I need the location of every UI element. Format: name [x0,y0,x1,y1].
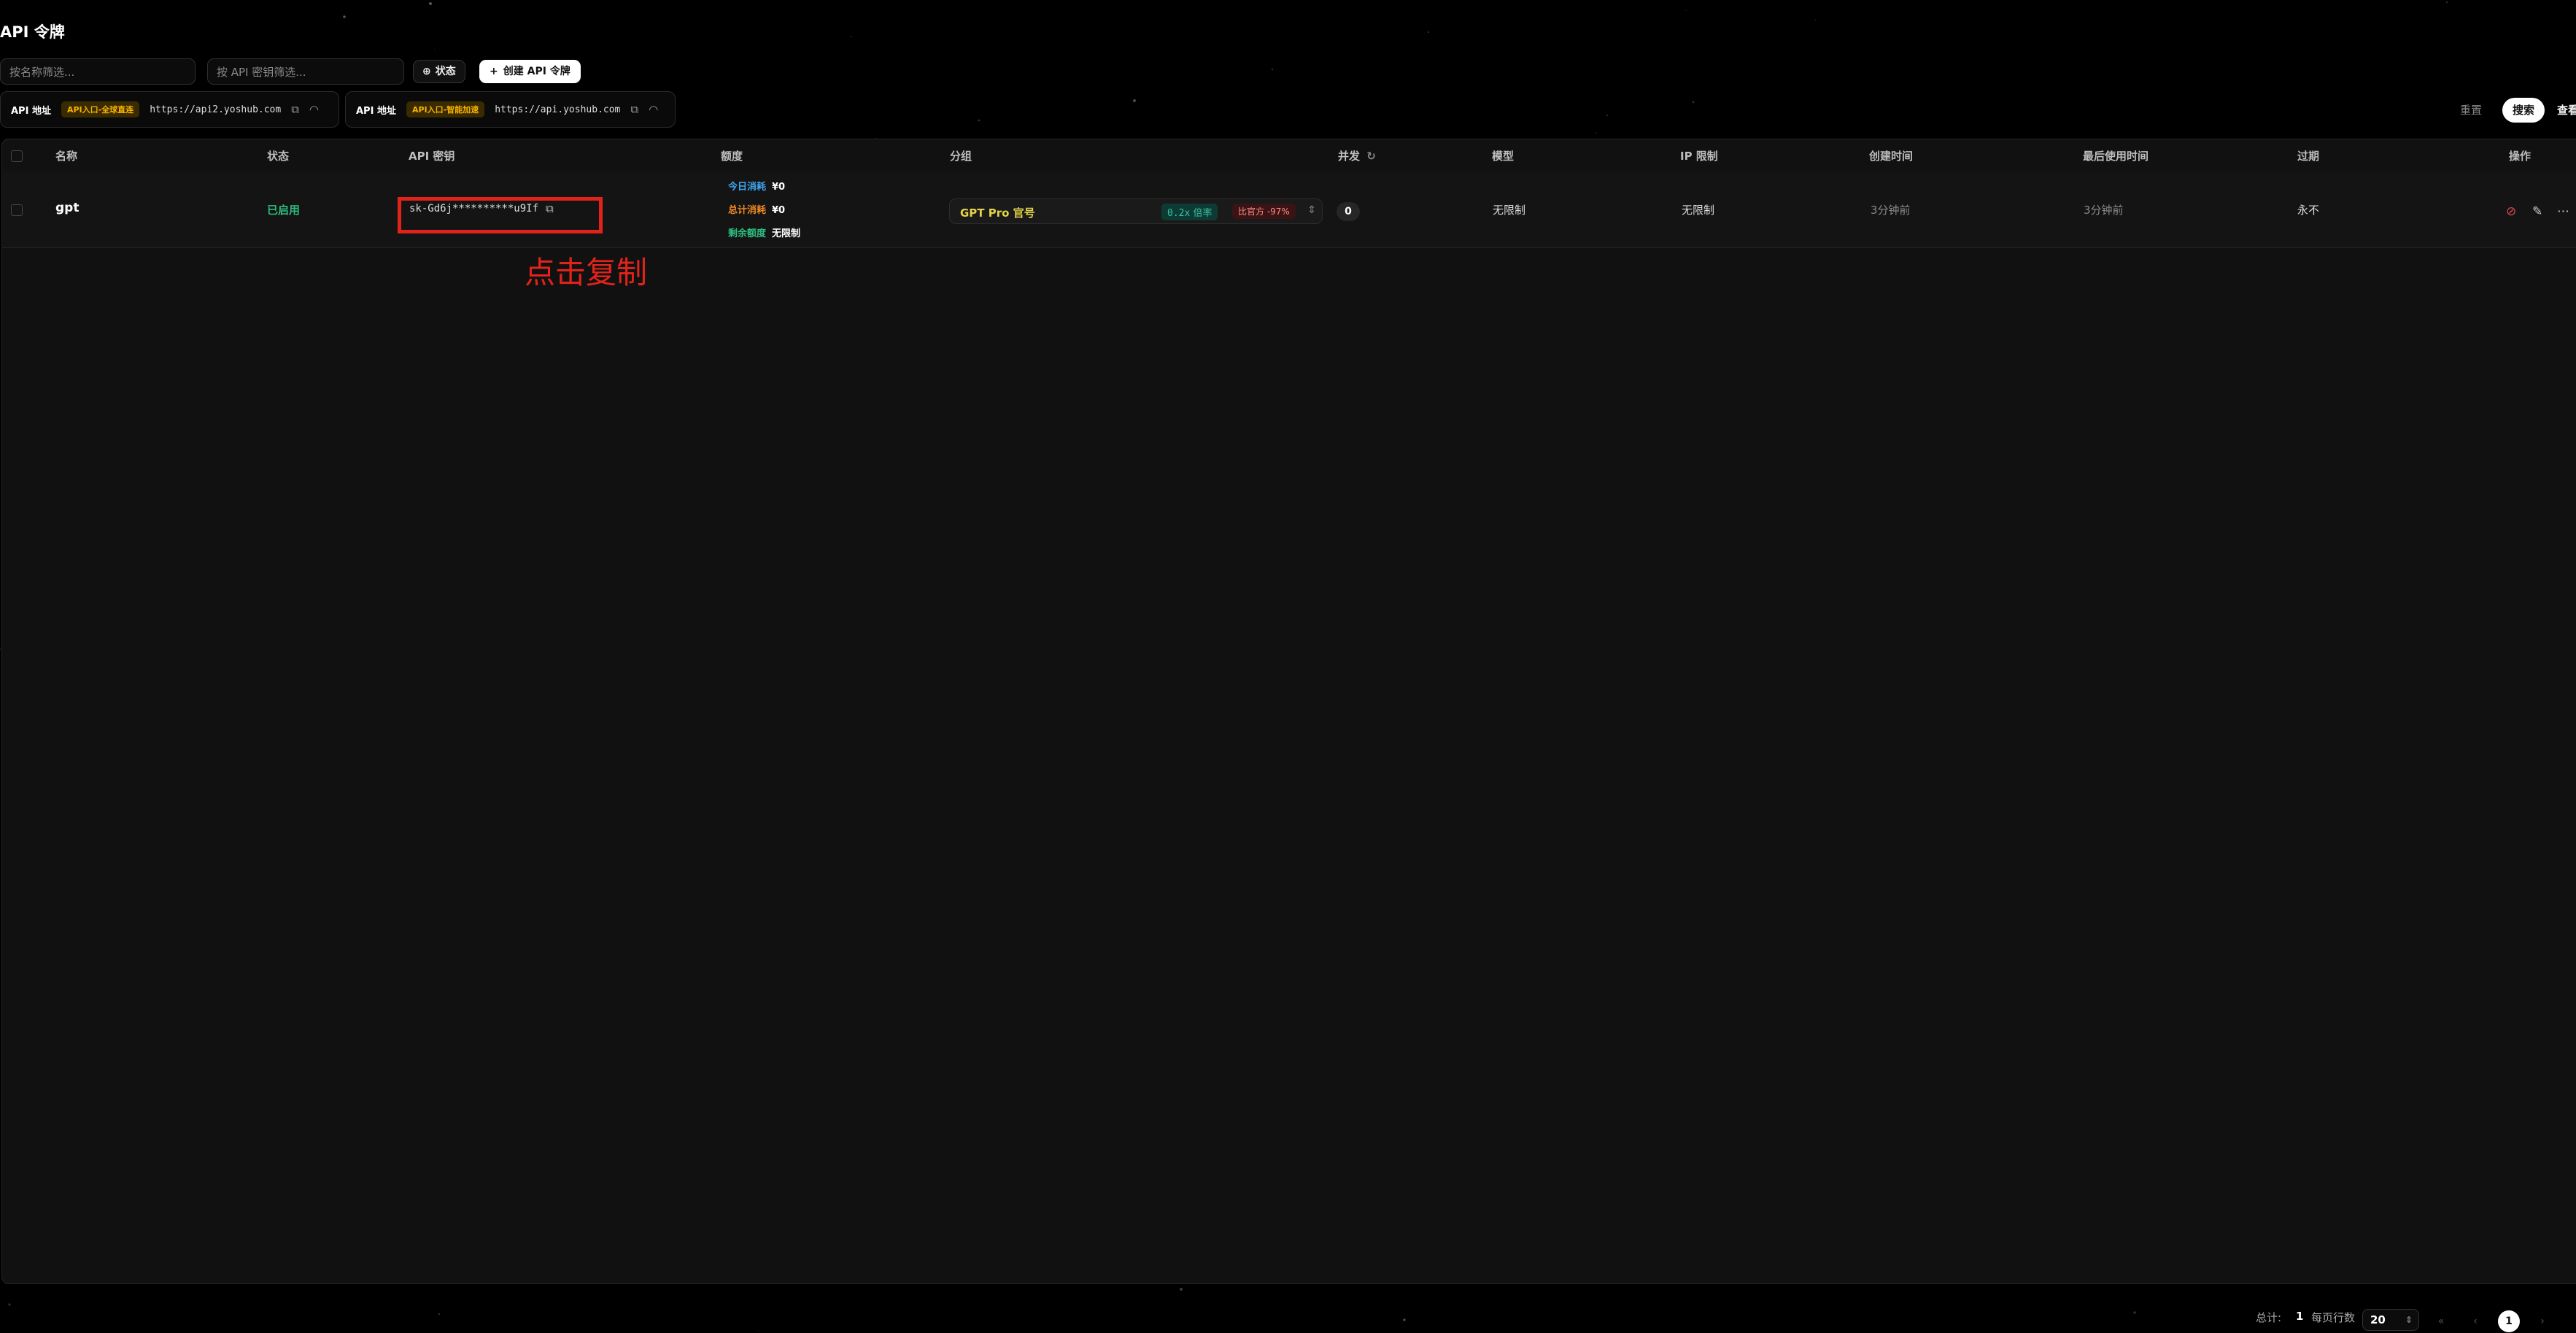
star-dot [1427,31,1430,34]
star-dot [8,1303,11,1306]
copy-icon[interactable]: ⧉ [291,103,299,116]
price-compare-badge: 比官方 -97% [1232,204,1296,219]
star-dot [343,15,346,18]
chevron-up-down-icon: ⇕ [2405,1315,2413,1325]
star-dot [434,49,436,50]
more-icon[interactable]: ⋯ [2557,204,2569,219]
row-checkbox[interactable] [11,204,23,216]
column-header-expire: 过期 [2297,150,2320,163]
quota-total: 总计消耗 ¥0 [728,202,785,216]
table-header: 名称 状态 API 密钥 额度 分组 并发 ↻ 模型 IP 限制 创建时间 最后… [2,139,2576,172]
token-table: 名称 状态 API 密钥 额度 分组 并发 ↻ 模型 IP 限制 创建时间 最后… [1,139,2576,1284]
column-header-concurrency: 并发 ↻ [1338,148,1376,163]
rate-value: 0.2x [1167,208,1191,219]
column-header-model: 模型 [1492,150,1515,163]
column-header-name: 名称 [55,150,78,163]
concurrency-badge: 0 [1337,202,1360,221]
plus-circle-icon: ⊕ [422,66,431,77]
star-dot [2445,1,2448,4]
endpoint-url: https://api.yoshub.com [495,104,621,115]
plus-icon: + [490,66,498,77]
name-filter-input[interactable]: 按名称筛选... [0,58,196,85]
copy-icon[interactable]: ⧉ [630,103,638,116]
star-dot [438,1313,441,1315]
star-dot [1685,9,1687,11]
star-dot [1606,114,1609,117]
per-page-select[interactable]: 20 ⇕ [2362,1309,2419,1331]
disable-icon[interactable]: ⊘ [2506,204,2516,219]
status-filter-button[interactable]: ⊕ 状态 [413,60,465,83]
group-select[interactable]: GPT Pro 官号 0.2x 倍率 比官方 -97% ⇕ [949,198,1323,224]
endpoint-card-2: API 地址 API入口-智能加速 https://api.yoshub.com… [345,91,676,128]
total-label: 总计: [2256,1311,2282,1324]
quota-label: 总计消耗 [728,205,767,216]
quota-value: 无限制 [772,228,801,239]
column-header-quota: 额度 [721,150,743,163]
quota-value: ¥0 [772,205,786,216]
search-button[interactable]: 搜索 [2502,98,2545,123]
column-header-ip-limit: IP 限制 [1680,150,1718,163]
star-dot [1814,19,1816,20]
column-header-last-used: 最后使用时间 [2083,150,2149,163]
column-header-group: 分组 [950,150,972,163]
column-header-key: API 密钥 [409,150,455,163]
edit-icon[interactable]: ✎ [2532,204,2542,219]
star-dot [1180,1288,1183,1291]
group-rate-badge: 0.2x 倍率 [1161,204,1218,220]
chevron-up-down-icon: ⇕ [1307,204,1316,216]
status-badge: 已启用 [267,204,301,217]
quota-label: 剩余额度 [728,228,767,239]
view-button[interactable]: 查看 [2557,99,2576,121]
expire-value: 永不 [2297,204,2320,217]
endpoint-label: API 地址 [11,105,51,117]
endpoint-tag: API入口-全球直连 [61,101,140,117]
endpoint-label: API 地址 [356,105,396,117]
speed-test-icon[interactable]: ◠ [309,103,319,116]
reset-button[interactable]: 重置 [2460,99,2482,121]
endpoint-url: https://api2.yoshub.com [150,104,282,115]
column-header-actions: 操作 [2509,150,2531,163]
quota-today: 今日消耗 ¥0 [728,179,785,193]
column-header-created: 创建时间 [1869,150,1914,163]
quota-remaining: 剩余额度 无限制 [728,225,800,239]
star-dot [1272,69,1273,70]
rate-label: 倍率 [1193,208,1212,219]
page-button-current[interactable]: 1 [2498,1310,2520,1332]
speed-test-icon[interactable]: ◠ [649,103,658,116]
refresh-icon[interactable]: ↻ [1366,150,1376,163]
star-dot [1132,98,1137,103]
next-page-icon[interactable]: › [2531,1310,2553,1332]
key-filter-input[interactable]: 按 API 密钥筛选... [207,58,404,85]
endpoint-tag: API入口-智能加速 [406,101,485,117]
highlight-box [398,197,603,233]
token-name: gpt [55,201,80,215]
concurrency-header-label: 并发 [1338,150,1361,163]
per-page-value: 20 [2370,1313,2386,1326]
ip-limit: 无限制 [1682,204,1715,217]
quota-value: ¥0 [772,182,786,193]
first-page-icon[interactable]: « [2430,1310,2452,1332]
star-dot [1692,101,1695,104]
create-token-button[interactable]: + 创建 API 令牌 [479,60,581,83]
star-dot [429,2,432,5]
endpoint-card-1: API 地址 API入口-全球直连 https://api2.yoshub.co… [0,91,339,128]
group-name: GPT Pro 官号 [960,206,1035,220]
star-dot [758,1330,759,1332]
prev-page-icon[interactable]: ‹ [2464,1310,2486,1332]
star-dot [2133,1311,2136,1314]
column-header-status: 状态 [267,150,290,163]
star-dot [1403,1318,1406,1321]
page-title: API 令牌 [0,23,65,41]
quota-label: 今日消耗 [728,182,767,193]
select-all-checkbox[interactable] [11,150,23,162]
model-limit: 无限制 [1493,204,1526,217]
last-used-time: 3分钟前 [2084,204,2124,217]
created-time: 3分钟前 [1871,204,1911,217]
per-page-label: 每页行数 [2311,1311,2356,1324]
create-token-label: 创建 API 令牌 [503,66,570,77]
annotation-text: 点击复制 [525,255,648,290]
status-filter-label: 状态 [435,66,456,77]
star-dot [978,119,980,122]
total-count: 1 [2296,1310,2304,1323]
